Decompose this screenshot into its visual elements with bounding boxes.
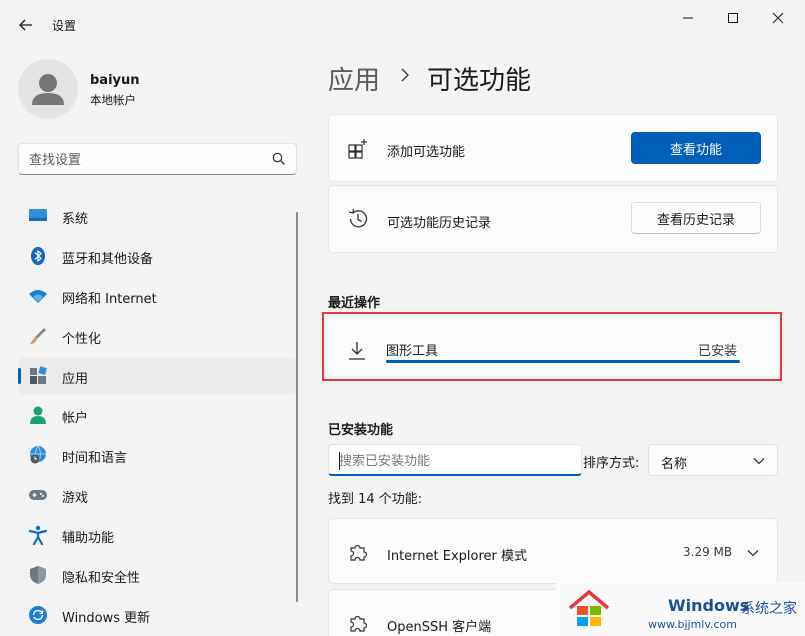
chevron-down-icon[interactable] [747, 548, 759, 558]
sidebar-item-label: 个性化 [62, 332, 102, 347]
chevron-right-icon [401, 68, 409, 82]
sidebar-item-label: 应用 [62, 372, 89, 387]
sidebar-item-label: 帐户 [62, 411, 89, 426]
apps-icon [30, 366, 47, 384]
found-count-text: 找到 14 个功能: [328, 492, 423, 507]
sidebar-item-label: 隐私和安全性 [62, 571, 141, 586]
update-icon [29, 606, 47, 624]
sort-value: 名称 [661, 457, 688, 472]
history-icon [348, 208, 368, 228]
history-label: 可选功能历史记录 [387, 216, 492, 231]
minimize-icon [683, 17, 693, 19]
sidebar-item-windows-update[interactable]: Windows 更新 [18, 597, 297, 633]
sidebar-item-label: 游戏 [62, 491, 89, 506]
view-features-button[interactable]: 查看功能 [631, 132, 761, 164]
maximize-icon [728, 13, 738, 23]
add-feature-icon [348, 139, 367, 159]
person-avatar-icon [32, 74, 64, 105]
back-arrow-icon [19, 19, 32, 31]
highlight-box [322, 312, 782, 381]
sidebar-item-time-language[interactable]: 时间和语言 [18, 437, 297, 473]
gamepad-icon [29, 490, 47, 500]
close-button[interactable] [758, 4, 798, 32]
sidebar-item-network[interactable]: 网络和 Internet [18, 278, 297, 314]
monitor-icon [29, 209, 47, 221]
close-icon [772, 12, 784, 24]
sidebar-scrollbar[interactable] [296, 212, 298, 602]
globe-clock-icon [30, 445, 46, 464]
installed-section-title: 已安装功能 [328, 423, 394, 438]
puzzle-icon [350, 544, 368, 561]
sidebar-item-bluetooth[interactable]: 蓝牙和其他设备 [18, 238, 297, 274]
active-indicator [18, 368, 21, 384]
sidebar-item-label: 蓝牙和其他设备 [62, 252, 154, 267]
sidebar-item-gaming[interactable]: 游戏 [18, 477, 297, 513]
text-caret [339, 452, 340, 470]
page-title: 可选功能 [427, 66, 532, 96]
wifi-icon [29, 290, 47, 303]
breadcrumb-parent[interactable]: 应用 [328, 60, 380, 97]
sidebar-item-label: 时间和语言 [62, 451, 128, 466]
watermark-brand: Windows [668, 596, 750, 615]
sidebar-item-accessibility[interactable]: 辅助功能 [18, 517, 297, 553]
back-button[interactable] [14, 13, 38, 37]
maximize-button[interactable] [713, 4, 753, 32]
settings-search-box[interactable] [18, 143, 297, 175]
watermark-brand-cn: 系统之家 [741, 601, 797, 617]
installed-search-input[interactable] [339, 451, 569, 471]
sidebar-item-system[interactable]: 系统 [18, 198, 297, 234]
sort-dropdown[interactable]: 名称 [648, 444, 778, 476]
search-icon[interactable] [272, 152, 286, 166]
watermark: Windows 系统之家 www.bjjmlv.com [556, 582, 805, 636]
sidebar-item-privacy[interactable]: 隐私和安全性 [18, 557, 297, 593]
account-type: 本地帐户 [90, 93, 136, 107]
shield-icon [30, 566, 46, 584]
feature-row[interactable]: Internet Explorer 模式 3.29 MB [328, 518, 778, 584]
minimize-button[interactable] [668, 4, 708, 32]
bluetooth-icon [31, 247, 45, 265]
add-feature-card: 添加可选功能 查看功能 [328, 114, 778, 182]
feature-name: OpenSSH 客户端 [387, 620, 492, 635]
user-name: baiyun [90, 73, 140, 88]
sort-label: 排序方式: [583, 456, 640, 471]
title-bar: 设置 [0, 0, 805, 48]
sidebar-item-label: 辅助功能 [62, 531, 115, 546]
feature-size: 3.29 MB [683, 545, 733, 559]
recent-section-title: 最近操作 [328, 296, 381, 311]
puzzle-icon [350, 615, 368, 632]
sidebar-item-label: Windows 更新 [62, 611, 151, 626]
watermark-url: www.bjjmlv.com [648, 618, 737, 631]
windows-logo-icon [568, 589, 610, 626]
accessibility-icon [28, 525, 48, 545]
sidebar-item-personalization[interactable]: 个性化 [18, 318, 297, 354]
brush-icon [30, 328, 46, 344]
chevron-down-icon [753, 458, 765, 465]
sidebar-item-apps[interactable]: 应用 [18, 358, 297, 394]
settings-search-input[interactable] [29, 150, 259, 170]
installed-search-box[interactable] [328, 444, 582, 476]
add-feature-label: 添加可选功能 [387, 145, 466, 160]
app-title: 设置 [52, 19, 77, 33]
sidebar-item-label: 系统 [62, 212, 89, 227]
feature-name: Internet Explorer 模式 [387, 549, 528, 564]
avatar[interactable] [18, 59, 78, 119]
sidebar-item-label: 网络和 Internet [62, 292, 157, 307]
sidebar-item-accounts[interactable]: 帐户 [18, 397, 297, 433]
history-card: 可选功能历史记录 查看历史记录 [328, 185, 778, 253]
person-icon [30, 406, 46, 424]
view-history-button[interactable]: 查看历史记录 [631, 202, 761, 234]
